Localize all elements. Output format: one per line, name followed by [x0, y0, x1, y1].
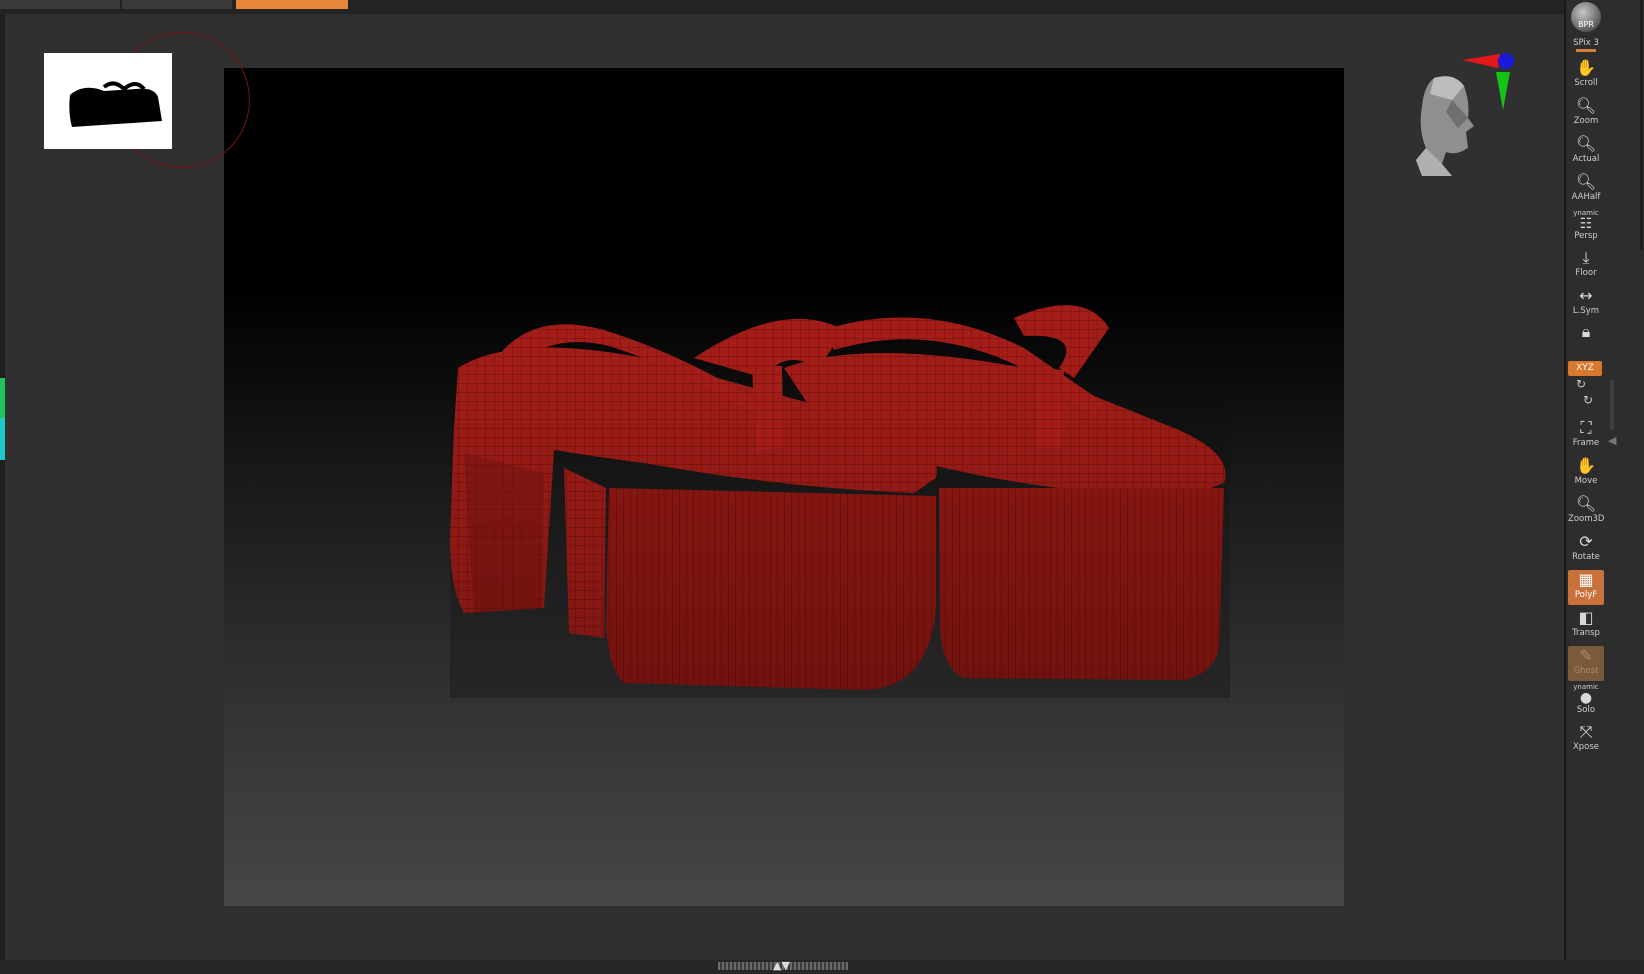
solo-label: Solo — [1576, 705, 1596, 715]
zoom3d-magnifier-icon: 🔍︎ — [1575, 494, 1597, 513]
viewport-canvas[interactable] — [224, 68, 1344, 906]
rotate-y-icon[interactable]: ↻ — [1576, 378, 1586, 390]
top-tab-active[interactable] — [236, 0, 348, 9]
transp-button[interactable]: ◧ Transp — [1568, 608, 1604, 643]
transparency-icon: ◧ — [1578, 608, 1594, 627]
magnifier-half-icon: 🔍︎ — [1575, 172, 1597, 191]
symmetry-arrows-icon: ↔ — [1579, 286, 1593, 305]
bottom-tray-toggle-icon[interactable]: ▲▼ — [773, 960, 790, 972]
lock-icon: 🔒︎ — [1581, 322, 1591, 341]
lock-button[interactable]: 🔒︎ — [1568, 322, 1604, 357]
floor-button[interactable]: ⤓ Floor — [1568, 248, 1604, 283]
floor-label: Floor — [1575, 268, 1597, 278]
zoom3d-button[interactable]: 🔍︎ Zoom3D — [1568, 494, 1604, 529]
spix-button[interactable]: SPix 3 — [1568, 38, 1604, 54]
move-label: Move — [1574, 476, 1598, 486]
persp-label: Persp — [1574, 231, 1598, 241]
sandals-silhouette-icon — [69, 81, 162, 127]
ghost-icon: ✎ — [1579, 646, 1593, 665]
magnifier-icon: 🔍︎ — [1575, 96, 1597, 115]
aahalf-button[interactable]: 🔍︎ AAHalf — [1568, 172, 1604, 207]
polyf-label: PolyF — [1574, 590, 1598, 600]
rotate-z-icon[interactable]: ↻ — [1583, 394, 1593, 406]
geta-sandals-model[interactable] — [224, 68, 1344, 906]
top-tab-1[interactable] — [0, 0, 120, 9]
actual-label: Actual — [1572, 154, 1600, 164]
solo-button[interactable]: ynamic ● Solo — [1568, 684, 1604, 719]
aahalf-label: AAHalf — [1571, 192, 1601, 202]
top-tab-bar — [0, 0, 1564, 14]
ghost-button[interactable]: ✎ Ghost — [1568, 646, 1604, 681]
solo-icon: ● — [1579, 690, 1593, 706]
bpr-label: BPR — [1578, 20, 1594, 29]
polyframe-grid-icon: ▦ — [1578, 570, 1594, 589]
xpose-arrows-icon: ⤧ — [1579, 722, 1593, 741]
bpr-button[interactable]: BPR — [1568, 2, 1604, 36]
axis-gizmo-icon[interactable] — [1462, 48, 1532, 116]
scroll-label: Scroll — [1574, 78, 1598, 88]
floor-icon: ⤓ — [1582, 248, 1590, 267]
xpose-label: Xpose — [1572, 742, 1600, 752]
lsym-label: L.Sym — [1572, 306, 1600, 316]
spix-label: SPix 3 — [1573, 38, 1599, 48]
scroll-button[interactable]: ✋ Scroll — [1568, 58, 1604, 93]
persp-button[interactable]: ynamic ☷ Persp — [1568, 210, 1604, 245]
transp-label: Transp — [1572, 628, 1600, 638]
spix-slider[interactable] — [1576, 49, 1596, 52]
ghost-label: Ghost — [1573, 666, 1599, 676]
shelf-collapse-arrow-icon[interactable]: ◀ — [1608, 434, 1616, 447]
move-hand-icon: ✋ — [1576, 456, 1596, 475]
lsym-button[interactable]: ↔ L.Sym — [1568, 286, 1604, 321]
xyz-rotation-button[interactable]: XYZ — [1568, 361, 1602, 376]
right-edge-line — [1640, 0, 1643, 250]
thumbnail-preview[interactable] — [44, 53, 172, 149]
actual-button[interactable]: 🔍︎ Actual — [1568, 134, 1604, 169]
magnifier-actual-icon: 🔍︎ — [1575, 134, 1597, 153]
rotate-button[interactable]: ⟳ Rotate — [1568, 532, 1604, 567]
hand-icon: ✋ — [1576, 58, 1596, 77]
zoom-label: Zoom — [1573, 116, 1599, 126]
zoom-button[interactable]: 🔍︎ Zoom — [1568, 96, 1604, 131]
shelf-scrollbar[interactable] — [1610, 380, 1614, 430]
zoom3d-label: Zoom3D — [1568, 514, 1605, 524]
perspective-grid-icon: ☷ — [1579, 216, 1593, 232]
frame-icon: ⛶ — [1580, 418, 1592, 437]
frame-button[interactable]: ⛶ Frame — [1568, 418, 1604, 453]
polyf-button[interactable]: ▦ PolyF — [1568, 570, 1604, 605]
rotate-icon: ⟳ — [1579, 532, 1593, 551]
top-tab-2[interactable] — [122, 0, 232, 9]
xpose-button[interactable]: ⤧ Xpose — [1568, 722, 1604, 757]
frame-label: Frame — [1572, 438, 1600, 448]
move-button[interactable]: ✋ Move — [1568, 456, 1604, 491]
rotate-label: Rotate — [1572, 552, 1600, 562]
